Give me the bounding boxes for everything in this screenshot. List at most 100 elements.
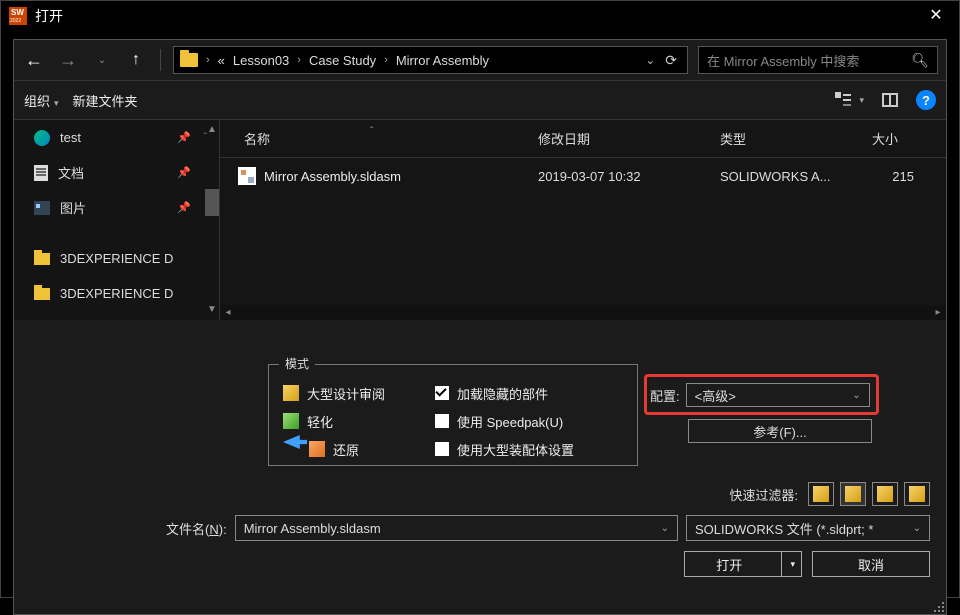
filetype-combo[interactable]: SOLIDWORKS 文件 (*.sldprt; * ⌄ bbox=[686, 515, 930, 541]
chevron-down-icon: ⌄ bbox=[661, 523, 669, 534]
search-placeholder: 在 Mirror Assembly 中搜索 bbox=[707, 51, 859, 70]
cancel-button[interactable]: 取消 bbox=[812, 551, 930, 577]
pin-icon[interactable]: 📌 bbox=[177, 166, 191, 179]
forward-button[interactable]: → bbox=[56, 48, 80, 72]
bc-overflow[interactable]: « bbox=[218, 53, 225, 68]
app-logo-icon bbox=[9, 7, 27, 25]
organize-menu[interactable]: 组织▾ bbox=[24, 91, 59, 110]
search-icon[interactable]: 🔍︎ bbox=[911, 52, 929, 69]
col-size-header[interactable]: 大小 bbox=[868, 129, 946, 148]
up-button[interactable]: ↑ bbox=[124, 48, 148, 72]
filetype-value: SOLIDWORKS 文件 (*.sldprt; * bbox=[695, 519, 873, 538]
references-button[interactable]: 参考(F)... bbox=[688, 419, 872, 443]
bc-part-3[interactable]: Mirror Assembly bbox=[396, 53, 489, 68]
checkbox-icon[interactable] bbox=[435, 386, 449, 400]
sidebar-item-3dx-3[interactable]: 3DEXPERIENCE D bbox=[14, 311, 219, 320]
back-button[interactable]: ← bbox=[22, 48, 46, 72]
col-name-header[interactable]: 名称 bbox=[220, 129, 538, 148]
sidebar-item-label: test bbox=[60, 130, 81, 145]
folder-icon bbox=[34, 253, 50, 265]
mode-large-review[interactable]: 大型设计审阅 bbox=[283, 379, 413, 407]
checkbox-icon[interactable] bbox=[435, 442, 449, 456]
bc-part-2[interactable]: Case Study bbox=[309, 53, 376, 68]
config-value: <高级> bbox=[695, 386, 736, 405]
chevron-right-icon: › bbox=[297, 54, 301, 66]
mode-lightweight[interactable]: 轻化 bbox=[283, 407, 413, 435]
sidebar-item-label: 3DEXPERIENCE D bbox=[60, 286, 173, 301]
mode-legend: 模式 bbox=[279, 355, 315, 372]
refresh-icon[interactable]: ⟳ bbox=[665, 52, 677, 69]
list-view-icon bbox=[835, 92, 851, 108]
recent-dropdown-icon[interactable]: ⌄ bbox=[90, 48, 114, 72]
sidebar-item-label: 3DEXPERIENCE D bbox=[60, 251, 173, 266]
bottom-panel: 模式 大型设计审阅 轻化 还原 bbox=[14, 347, 946, 614]
file-size: 215 bbox=[868, 169, 946, 184]
sidebar-item-test[interactable]: test 📌 ˆ bbox=[14, 120, 219, 155]
open-button[interactable]: 打开 ▾ bbox=[684, 551, 802, 577]
drawing-icon bbox=[877, 486, 893, 502]
dialog-buttons: 打开 ▾ 取消 bbox=[684, 551, 930, 577]
pin-icon[interactable]: 📌 bbox=[177, 201, 191, 214]
close-button[interactable]: ✕ bbox=[913, 1, 959, 31]
sidebar-item-pictures[interactable]: 图片 📌 bbox=[14, 190, 219, 225]
scroll-up-icon[interactable]: ▲ bbox=[205, 123, 219, 137]
config-row: 配置: <高级> ⌄ bbox=[650, 383, 870, 407]
mode-groupbox: 模式 大型设计审阅 轻化 还原 bbox=[268, 364, 638, 466]
quick-filter-assemblies[interactable] bbox=[840, 482, 866, 506]
file-row[interactable]: Mirror Assembly.sldasm 2019-03-07 10:32 … bbox=[220, 158, 946, 194]
quick-filter-drawings[interactable] bbox=[872, 482, 898, 506]
quick-filter-row: 快速过滤器: bbox=[729, 482, 930, 506]
divider bbox=[781, 552, 782, 576]
mode-restore[interactable]: 还原 bbox=[309, 435, 413, 463]
view-mode-button[interactable]: ▾ bbox=[835, 92, 864, 108]
pin-icon[interactable]: 📌 bbox=[177, 131, 191, 144]
titlebar[interactable]: 打开 ✕ bbox=[1, 1, 959, 31]
resize-grip-icon[interactable] bbox=[930, 598, 944, 612]
col-type-header[interactable]: 类型 bbox=[720, 129, 868, 148]
scroll-left-icon[interactable]: ◂ bbox=[220, 307, 236, 318]
bc-part-1[interactable]: Lesson03 bbox=[233, 53, 289, 68]
sidebar-item-3dx-1[interactable]: 3DEXPERIENCE D bbox=[14, 241, 219, 276]
scroll-down-icon[interactable]: ▼ bbox=[205, 303, 219, 317]
chevron-down-icon: ⌄ bbox=[852, 390, 860, 401]
chevron-down-icon[interactable]: ▾ bbox=[790, 559, 801, 570]
chevron-right-icon: › bbox=[384, 54, 388, 66]
chevron-right-icon: › bbox=[206, 54, 210, 66]
config-dropdown[interactable]: <高级> ⌄ bbox=[686, 383, 870, 407]
toolbar: 组织▾ 新建文件夹 ▾ ? bbox=[14, 80, 946, 120]
sidebar-scrollbar[interactable]: ▲ ▼ bbox=[205, 123, 219, 317]
folder-icon bbox=[180, 53, 198, 67]
chevron-down-icon: ⌄ bbox=[913, 523, 921, 534]
quick-filter-toplevel[interactable] bbox=[904, 482, 930, 506]
sidebar-item-documents[interactable]: 文档 📌 bbox=[14, 155, 219, 190]
folder-icon bbox=[34, 288, 50, 300]
checkbox-icon[interactable] bbox=[435, 414, 449, 428]
col-modified-header[interactable]: 修改日期 bbox=[538, 129, 720, 148]
chevron-down-icon[interactable]: ⌄ bbox=[645, 53, 655, 67]
filename-label: 文件名(N): bbox=[166, 519, 227, 538]
sidebar-item-3dx-2[interactable]: 3DEXPERIENCE D bbox=[14, 276, 219, 311]
filename-combo[interactable]: Mirror Assembly.sldasm ⌄ bbox=[235, 515, 678, 541]
horizontal-scrollbar[interactable]: ◂ ▸ bbox=[220, 305, 946, 320]
quick-filter-parts[interactable] bbox=[808, 482, 834, 506]
help-icon[interactable]: ? bbox=[916, 90, 936, 110]
sidebar: test 📌 ˆ 文档 📌 图片 📌 3DEXPERIENCE bbox=[14, 120, 220, 320]
scrollbar-thumb[interactable] bbox=[236, 306, 930, 320]
window-title: 打开 bbox=[35, 6, 63, 26]
quick-filter-label: 快速过滤器: bbox=[729, 485, 798, 504]
scroll-right-icon[interactable]: ▸ bbox=[930, 307, 946, 318]
scrollbar-thumb[interactable] bbox=[205, 189, 219, 216]
divider bbox=[160, 49, 161, 71]
preview-pane-icon[interactable] bbox=[882, 93, 898, 107]
filename-value: Mirror Assembly.sldasm bbox=[244, 521, 381, 536]
check-speedpak[interactable]: 使用 Speedpak(U) bbox=[435, 407, 574, 435]
breadcrumb[interactable]: › « Lesson03 › Case Study › Mirror Assem… bbox=[173, 46, 688, 74]
check-large-asm[interactable]: 使用大型装配体设置 bbox=[435, 435, 574, 463]
sidebar-item-label: 文档 bbox=[58, 163, 84, 182]
new-folder-button[interactable]: 新建文件夹 bbox=[73, 91, 138, 110]
search-input[interactable]: 在 Mirror Assembly 中搜索 🔍︎ bbox=[698, 46, 938, 74]
check-load-hidden[interactable]: 加载隐藏的部件 bbox=[435, 379, 574, 407]
open-dialog-window: 打开 ✕ ← → ⌄ ↑ › « Lesson03 › Case Study ›… bbox=[0, 0, 960, 598]
filename-row: 文件名(N): Mirror Assembly.sldasm ⌄ SOLIDWO… bbox=[166, 515, 930, 541]
toplevel-icon bbox=[909, 486, 925, 502]
